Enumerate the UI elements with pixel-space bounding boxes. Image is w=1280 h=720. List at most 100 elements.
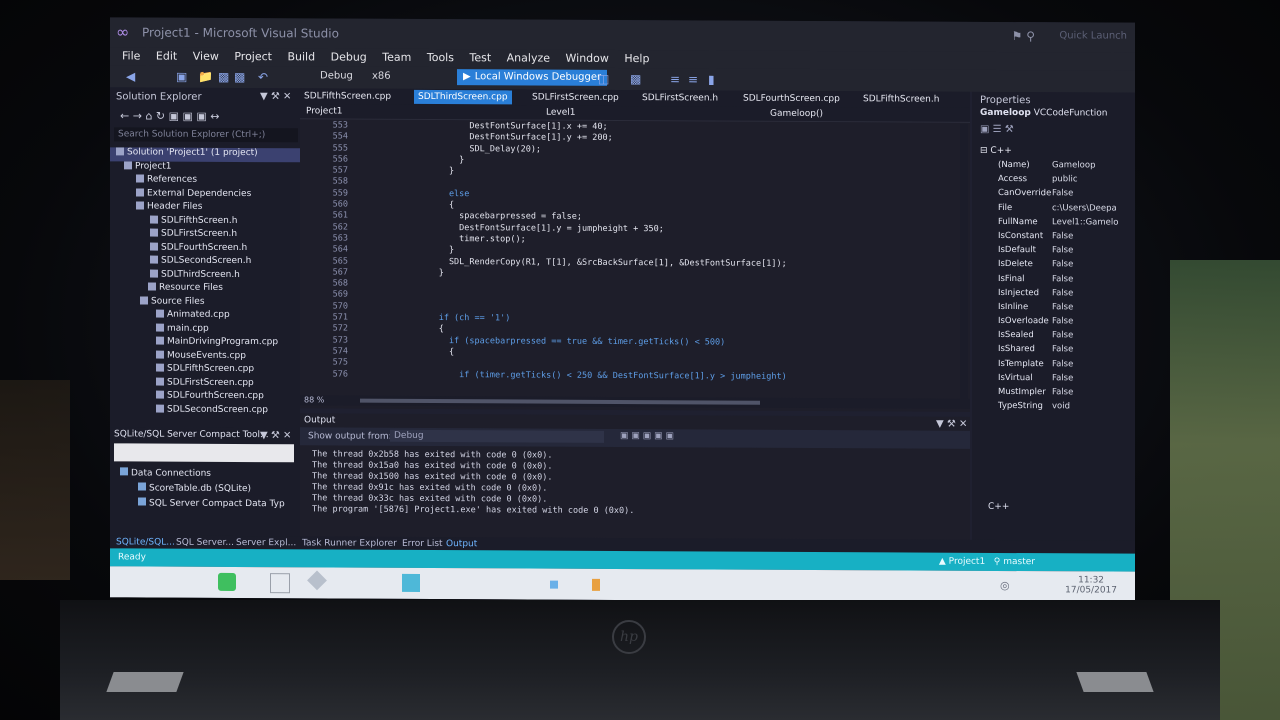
notification-flag-icon[interactable]: ⚑ ⚲ [1012, 29, 1035, 43]
property-value[interactable]: public [1052, 174, 1078, 184]
property-row[interactable]: (Name) Gameloop [972, 158, 1135, 173]
tree-item-source-files[interactable]: Source Files [110, 295, 300, 310]
tree-item-file[interactable]: SDLFifthScreen.h [110, 215, 300, 229]
tree-item-file[interactable]: SDLSecondScreen.cpp [110, 404, 300, 418]
new-project-icon[interactable]: ▣ [176, 70, 187, 84]
editor-horizontal-scrollbar[interactable]: 88 % [300, 395, 970, 409]
tab-output[interactable]: Output [446, 539, 477, 549]
property-value[interactable]: False [1052, 260, 1073, 270]
tab-sdlfourthscreen-cpp[interactable]: SDLFourthScreen.cpp [743, 94, 840, 105]
property-value[interactable]: False [1052, 189, 1073, 199]
tab-sqlite[interactable]: SQLite/SQL... [116, 537, 175, 547]
tree-item-file[interactable]: SDLThirdScreen.h [110, 269, 300, 283]
property-value[interactable]: void [1052, 401, 1070, 411]
undo-icon[interactable]: ↶ [258, 70, 268, 84]
tree-item-file[interactable]: main.cpp [110, 323, 300, 337]
property-row[interactable]: IsConstant False [972, 229, 1135, 244]
menu-help[interactable]: Help [624, 52, 649, 65]
file-explorer-icon[interactable] [270, 573, 290, 594]
property-row[interactable]: IsDefault False [972, 243, 1135, 258]
property-row[interactable]: IsInjected False [972, 286, 1135, 301]
tree-item-file[interactable]: Animated.cpp [110, 309, 300, 323]
sql-item-compact[interactable]: SQL Server Compact Data Typ [110, 497, 300, 513]
open-file-icon[interactable]: 📁 [198, 70, 213, 84]
system-clock[interactable]: 11:32 17/05/2017 [1065, 575, 1117, 595]
property-value[interactable]: Level1::Gamelo [1052, 217, 1118, 227]
menu-project[interactable]: Project [234, 50, 272, 63]
property-row[interactable]: IsSealed False [972, 328, 1135, 343]
property-row[interactable]: IsVirtual False [972, 371, 1135, 386]
property-value[interactable]: False [1052, 288, 1073, 298]
tree-item-file[interactable]: MouseEvents.cpp [110, 350, 300, 364]
menu-edit[interactable]: Edit [156, 50, 177, 63]
property-value[interactable]: False [1052, 316, 1073, 326]
property-row[interactable]: IsDelete False [972, 257, 1135, 272]
outdent-icon[interactable]: ≡ [688, 72, 698, 86]
property-value[interactable]: False [1052, 231, 1073, 241]
tree-item-references[interactable]: References [110, 174, 300, 188]
tree-item-file[interactable]: MainDrivingProgram.cpp [110, 336, 300, 350]
tab-sdlfirstscreen-cpp[interactable]: SDLFirstScreen.cpp [532, 93, 619, 103]
step-icon[interactable]: ▩ [630, 72, 641, 86]
indent-icon[interactable]: ≡ [670, 72, 680, 86]
menu-debug[interactable]: Debug [331, 50, 367, 63]
code-line[interactable]: 576 if (timer.getTicks() < 250 && DestFo… [300, 369, 970, 384]
tree-item-file[interactable]: SDLFirstScreen.cpp [110, 377, 300, 391]
property-value[interactable]: False [1052, 345, 1073, 355]
editor-vertical-scrollbar[interactable] [960, 123, 968, 399]
property-value[interactable]: False [1052, 330, 1073, 340]
scroll-thumb[interactable] [360, 398, 760, 405]
tree-item-file[interactable]: SDLFirstScreen.h [110, 228, 300, 242]
solution-search-input[interactable]: Search Solution Explorer (Ctrl+;) [114, 127, 298, 143]
solution-toolbar-icons[interactable]: ← → ⌂ ↻ ▣ ▣ ▣ ↔ [120, 109, 220, 123]
tree-item-file[interactable]: SDLFourthScreen.cpp [110, 390, 300, 404]
menu-tools[interactable]: Tools [427, 51, 454, 64]
tab-sdlthirdscreen-cpp[interactable]: SDLThirdScreen.cpp [414, 89, 512, 105]
bookmark-icon[interactable]: ▮ [708, 72, 715, 86]
property-row[interactable]: TypeString void [972, 399, 1135, 414]
menu-team[interactable]: Team [382, 51, 411, 64]
property-value[interactable]: c:\Users\Deepa [1052, 203, 1117, 213]
property-value[interactable]: False [1052, 245, 1073, 255]
tab-sql-server[interactable]: SQL Server... [176, 538, 234, 548]
property-value[interactable]: False [1052, 359, 1073, 369]
property-row[interactable]: IsInline False [972, 300, 1135, 315]
property-row[interactable]: IsOverloade False [972, 314, 1135, 329]
navigate-back-icon[interactable]: ◀ [126, 69, 135, 83]
tree-item-file[interactable]: SDLFourthScreen.h [110, 242, 300, 256]
zoom-level[interactable]: 88 % [304, 395, 324, 404]
tree-item-file[interactable]: SDLFifthScreen.cpp [110, 363, 300, 377]
property-value[interactable]: Gameloop [1052, 160, 1095, 170]
properties-toolbar-icons[interactable]: ▣ ☰ ⚒ [980, 124, 1014, 135]
menu-analyze[interactable]: Analyze [507, 51, 550, 64]
save-all-icon[interactable]: ▩ [234, 70, 245, 84]
property-row[interactable]: IsShared False [972, 342, 1135, 357]
tree-item-resource-files[interactable]: Resource Files [110, 282, 300, 296]
sql-item-data-connections[interactable]: Data Connections [110, 467, 300, 483]
panel-close-icon[interactable]: ▼ ⚒ ✕ [936, 419, 967, 430]
tab-sdlfifthscreen-cpp[interactable]: SDLFifthScreen.cpp [304, 91, 391, 101]
tree-item-project[interactable]: Project1 [110, 160, 300, 175]
start-debugging-button[interactable]: ▶ Local Windows Debugger [457, 69, 608, 86]
menu-view[interactable]: View [193, 50, 219, 63]
save-icon[interactable]: ▩ [218, 70, 229, 84]
tab-task-runner[interactable]: Task Runner Explorer [302, 538, 397, 548]
volume-icon[interactable]: ◎ [1000, 579, 1010, 592]
sqlite-toolbar[interactable] [114, 443, 294, 463]
menu-test[interactable]: Test [469, 51, 491, 64]
property-value[interactable]: False [1052, 373, 1073, 383]
property-row[interactable]: FullName Level1::Gamelo [972, 215, 1135, 230]
panel-close-icon[interactable]: ▼ ⚒ ✕ [260, 430, 291, 441]
menu-window[interactable]: Window [566, 52, 609, 65]
nav-scope-select[interactable]: Level1 [546, 108, 575, 118]
status-project[interactable]: ▲ Project1 ⚲ master [939, 557, 1035, 568]
tab-server-explorer[interactable]: Server Expl... [236, 538, 296, 548]
app-icon[interactable] [592, 578, 600, 591]
output-text[interactable]: The thread 0x2b58 has exited with code 0… [312, 449, 952, 518]
store-app-icon[interactable] [218, 572, 236, 591]
tab-error-list[interactable]: Error List [402, 539, 443, 549]
tree-item-solution[interactable]: Solution 'Project1' (1 project) [110, 147, 300, 162]
code-area[interactable]: 553 DestFontSurface[1].x += 40; 554 DestF… [300, 120, 970, 399]
platform-select[interactable]: x86 [372, 71, 391, 82]
property-row[interactable]: MustImpler False [972, 385, 1135, 400]
